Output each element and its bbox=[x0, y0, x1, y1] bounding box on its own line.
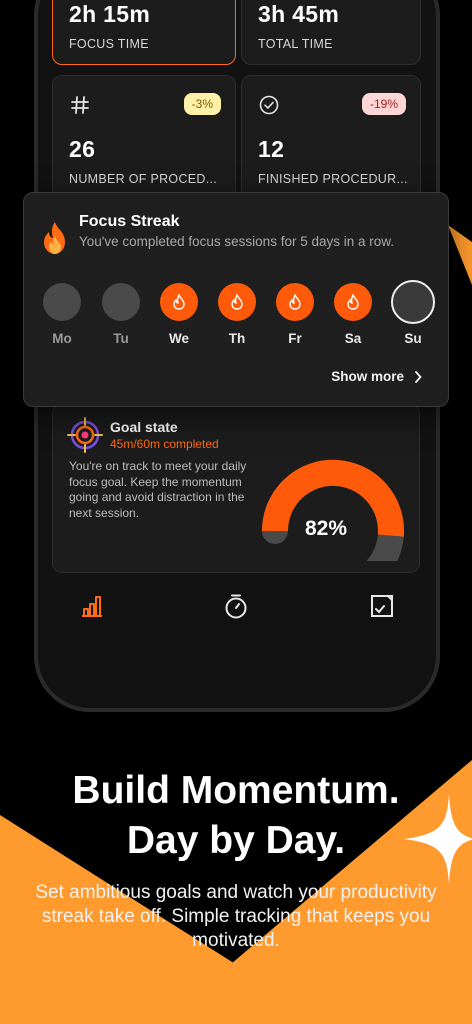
procedures-card[interactable]: -3% 26 NUMBER OF PROCED... bbox=[52, 75, 236, 200]
goal-progress-gauge bbox=[261, 459, 404, 561]
flame-small-icon bbox=[173, 294, 185, 310]
focus-time-card[interactable]: 2h 15m FOCUS TIME bbox=[52, 0, 236, 65]
check-circle-icon bbox=[259, 95, 279, 115]
goal-subtitle: 45m/60m completed bbox=[110, 437, 219, 451]
streak-day-label: We bbox=[168, 331, 189, 346]
streak-day-label: Mo bbox=[52, 331, 72, 346]
streak-day-tu: Tu bbox=[101, 283, 141, 346]
streak-day-sa: Sa bbox=[333, 283, 373, 346]
streak-day-label: Fr bbox=[288, 331, 302, 346]
streak-day-su: Su bbox=[389, 280, 437, 346]
streak-day-label: Sa bbox=[344, 331, 362, 346]
goal-state-card[interactable]: Goal state 45m/60m completed You're on t… bbox=[52, 404, 420, 573]
total-time-value: 3h 45m bbox=[258, 1, 340, 27]
headline-line-1: Build Momentum. bbox=[72, 769, 400, 812]
flame-icon bbox=[44, 222, 65, 254]
flame-small-icon bbox=[231, 294, 243, 310]
streak-day-dot bbox=[160, 283, 198, 321]
hash-icon bbox=[71, 96, 89, 114]
flame-small-icon bbox=[347, 294, 359, 310]
finished-card[interactable]: -19% 12 FINISHED PROCEDUR... bbox=[241, 75, 421, 200]
goal-description: You're on track to meet your daily focus… bbox=[69, 459, 247, 520]
streak-title: Focus Streak bbox=[79, 213, 180, 230]
stats-icon[interactable] bbox=[78, 592, 106, 620]
procedures-value: 26 bbox=[69, 136, 96, 162]
procedures-label: NUMBER OF PROCED... bbox=[69, 172, 218, 186]
streak-day-dot bbox=[218, 283, 256, 321]
finished-value: 12 bbox=[258, 136, 285, 162]
streak-day-we: We bbox=[159, 283, 199, 346]
total-time-card[interactable]: 3h 45m TOTAL TIME bbox=[241, 0, 421, 65]
streak-day-dot bbox=[276, 283, 314, 321]
procedures-badge: -3% bbox=[183, 93, 221, 115]
streak-day-label: Th bbox=[228, 331, 246, 346]
focus-time-value: 2h 15m bbox=[69, 1, 151, 27]
flame-small-icon bbox=[289, 294, 301, 310]
streak-day-dot bbox=[43, 283, 81, 321]
goal-title: Goal state bbox=[110, 419, 178, 435]
tasks-icon[interactable] bbox=[368, 592, 396, 620]
marketing-headline: Build Momentum. Day by Day. bbox=[0, 766, 472, 866]
total-time-label: TOTAL TIME bbox=[258, 37, 333, 51]
marketing-subline: Set ambitious goals and watch your produ… bbox=[35, 882, 437, 951]
streak-description: You've completed focus sessions for 5 da… bbox=[79, 234, 395, 249]
target-icon bbox=[67, 417, 103, 453]
streak-day-fr: Fr bbox=[275, 283, 315, 346]
goal-percent: 82% bbox=[305, 517, 348, 540]
streak-day-dot bbox=[102, 283, 140, 321]
show-more-button[interactable]: Show more bbox=[331, 369, 422, 384]
show-more-label: Show more bbox=[331, 369, 404, 384]
finished-label: FINISHED PROCEDUR... bbox=[258, 172, 408, 186]
streak-day-label: Su bbox=[404, 331, 422, 346]
streak-day-dot bbox=[391, 280, 435, 324]
timer-icon[interactable] bbox=[222, 592, 250, 620]
streak-day-th: Th bbox=[217, 283, 257, 346]
focus-time-label: FOCUS TIME bbox=[69, 37, 149, 51]
finished-badge: -19% bbox=[361, 93, 406, 115]
sparkle-icon bbox=[404, 794, 472, 884]
streak-day-mo: Mo bbox=[42, 283, 82, 346]
chevron-right-icon bbox=[415, 370, 422, 383]
streak-day-dot bbox=[334, 283, 372, 321]
focus-streak-card[interactable]: Focus Streak You've completed focus sess… bbox=[23, 192, 449, 407]
headline-line-2: Day by Day. bbox=[126, 819, 346, 862]
streak-day-label: Tu bbox=[113, 331, 129, 346]
